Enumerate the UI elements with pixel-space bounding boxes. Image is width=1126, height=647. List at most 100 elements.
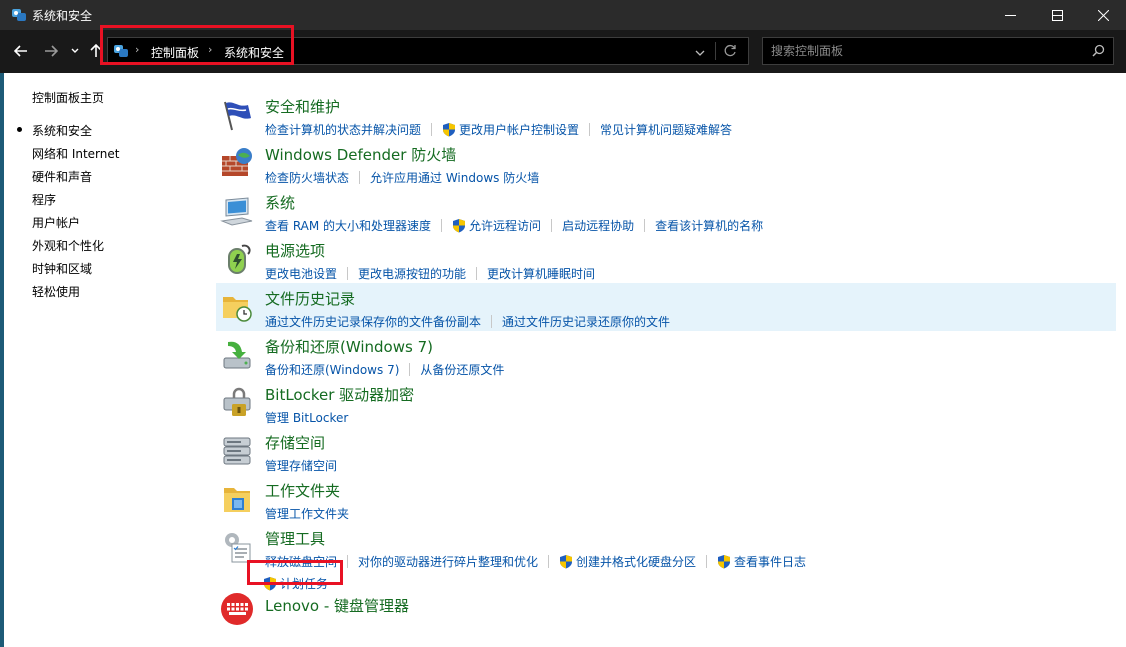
defragment-link[interactable]: 对你的驱动器进行碎片整理和优化 bbox=[358, 553, 538, 570]
search-input[interactable] bbox=[771, 42, 1081, 60]
category-title[interactable]: Windows Defender 防火墙 bbox=[265, 144, 456, 165]
category-links: 管理 BitLocker bbox=[265, 409, 348, 426]
main-content: 安全和维护 检查计算机的状态并解决问题 更改用户帐户控制设置 常见计算机问题疑难… bbox=[216, 73, 1116, 647]
divider bbox=[441, 219, 443, 232]
uac-shield-icon bbox=[718, 555, 731, 569]
uac-shield-icon bbox=[453, 219, 466, 233]
minimize-icon bbox=[1004, 14, 1016, 16]
maximize-button[interactable] bbox=[1034, 0, 1080, 30]
category-links: 备份和还原(Windows 7) 从备份还原文件 bbox=[265, 361, 504, 378]
category-title[interactable]: 系统 bbox=[265, 192, 295, 213]
power-icon bbox=[228, 244, 251, 274]
divider bbox=[347, 267, 349, 280]
category-links: 通过文件历史记录保存你的文件备份副本 通过文件历史记录还原你的文件 bbox=[265, 313, 670, 330]
close-button[interactable] bbox=[1080, 0, 1126, 30]
window-title: 系统和安全 bbox=[32, 9, 93, 23]
refresh-icon bbox=[724, 44, 736, 57]
category-title[interactable]: 电源选项 bbox=[265, 240, 325, 261]
save-backup-link[interactable]: 通过文件历史记录保存你的文件备份副本 bbox=[265, 313, 481, 330]
forward-button[interactable] bbox=[40, 40, 62, 62]
sidebar-item-ease-of-access[interactable]: 轻松使用 bbox=[32, 283, 80, 300]
create-partition-label: 创建并格式化硬盘分区 bbox=[576, 555, 697, 569]
category-title[interactable]: Lenovo - 键盘管理器 bbox=[265, 595, 409, 616]
ram-processor-link[interactable]: 查看 RAM 的大小和处理器速度 bbox=[265, 217, 431, 234]
restore-files-link[interactable]: 通过文件历史记录还原你的文件 bbox=[502, 313, 670, 330]
minimize-button-alt[interactable] bbox=[987, 0, 1033, 30]
category-links: 检查防火墙状态 允许应用通过 Windows 防火墙 bbox=[265, 169, 539, 186]
sidebar: 控制面板主页 系统和安全 网络和 Internet 硬件和声音 程序 用户帐户 … bbox=[4, 73, 204, 647]
sidebar-item-system-security[interactable]: 系统和安全 bbox=[32, 122, 92, 139]
divider bbox=[359, 171, 361, 184]
category-storage-spaces: 存储空间 管理存储空间 bbox=[216, 427, 1116, 475]
firewall-status-link[interactable]: 检查防火墙状态 bbox=[265, 169, 349, 186]
sidebar-item-user-accounts[interactable]: 用户帐户 bbox=[32, 214, 80, 231]
check-status-link[interactable]: 检查计算机的状态并解决问题 bbox=[265, 121, 421, 138]
category-links: 检查计算机的状态并解决问题 更改用户帐户控制设置 常见计算机问题疑难解答 bbox=[265, 121, 732, 138]
address-dropdown-button[interactable] bbox=[695, 46, 705, 60]
maximize-icon bbox=[1051, 9, 1063, 21]
remote-access-link[interactable]: 允许远程访问 bbox=[452, 217, 541, 234]
category-title[interactable]: 安全和维护 bbox=[265, 96, 340, 117]
divider bbox=[706, 555, 708, 568]
divider bbox=[476, 267, 478, 280]
sidebar-item-network[interactable]: 网络和 Internet bbox=[32, 145, 119, 162]
category-power-options: 电源选项 更改电池设置 更改电源按钮的功能 更改计算机睡眠时间 bbox=[216, 235, 1116, 283]
sleep-time-link[interactable]: 更改计算机睡眠时间 bbox=[487, 265, 595, 282]
recent-locations-button[interactable] bbox=[68, 40, 82, 62]
sidebar-item-programs[interactable]: 程序 bbox=[32, 191, 56, 208]
category-links: 释放磁盘空间 对你的驱动器进行碎片整理和优化 创建并格式化硬盘分区 查看事件日志 bbox=[265, 553, 806, 570]
sidebar-item-hardware-sound[interactable]: 硬件和声音 bbox=[32, 168, 92, 185]
power-button-link[interactable]: 更改电源按钮的功能 bbox=[358, 265, 466, 282]
divider bbox=[548, 555, 550, 568]
search-icon[interactable] bbox=[1092, 44, 1105, 57]
remote-assistance-link[interactable]: 启动远程协助 bbox=[562, 217, 634, 234]
computer-name-link[interactable]: 查看该计算机的名称 bbox=[655, 217, 763, 234]
flag-icon bbox=[224, 101, 251, 131]
search-box[interactable] bbox=[762, 37, 1114, 65]
event-log-label: 查看事件日志 bbox=[734, 555, 807, 569]
event-log-link[interactable]: 查看事件日志 bbox=[717, 553, 806, 570]
create-partition-link[interactable]: 创建并格式化硬盘分区 bbox=[559, 553, 696, 570]
admin-tools-icon bbox=[225, 533, 251, 563]
category-system: 系统 查看 RAM 的大小和处理器速度 允许远程访问 启动远程协助 查看该计算机… bbox=[216, 187, 1116, 235]
divider bbox=[347, 555, 349, 568]
category-file-history: 文件历史记录 通过文件历史记录保存你的文件备份副本 通过文件历史记录还原你的文件 bbox=[216, 283, 1116, 331]
uac-settings-link[interactable]: 更改用户帐户控制设置 bbox=[442, 121, 579, 138]
uac-settings-label: 更改用户帐户控制设置 bbox=[459, 123, 580, 137]
category-lenovo-keyboard: Lenovo - 键盘管理器 bbox=[216, 589, 1116, 637]
category-title[interactable]: 文件历史记录 bbox=[265, 288, 355, 309]
storage-icon bbox=[223, 437, 251, 465]
category-title[interactable]: 备份和还原(Windows 7) bbox=[265, 336, 433, 357]
category-links: 查看 RAM 的大小和处理器速度 允许远程访问 启动远程协助 查看该计算机的名称 bbox=[265, 217, 763, 234]
manage-work-folders-link[interactable]: 管理工作文件夹 bbox=[265, 505, 349, 522]
backup-restore-link[interactable]: 备份和还原(Windows 7) bbox=[265, 361, 399, 378]
remote-access-label: 允许远程访问 bbox=[469, 219, 542, 233]
divider bbox=[589, 123, 591, 136]
sidebar-item-home[interactable]: 控制面板主页 bbox=[32, 89, 104, 106]
back-button[interactable] bbox=[10, 40, 32, 62]
chevron-down-icon bbox=[71, 48, 79, 53]
breadcrumb-highlight-box bbox=[100, 25, 294, 65]
restore-from-backup-link[interactable]: 从备份还原文件 bbox=[420, 361, 504, 378]
allow-app-firewall-link[interactable]: 允许应用通过 Windows 防火墙 bbox=[370, 169, 539, 186]
keyboard-icon bbox=[221, 593, 253, 625]
battery-settings-link[interactable]: 更改电池设置 bbox=[265, 265, 337, 282]
bitlocker-icon bbox=[223, 387, 251, 416]
category-links: 管理存储空间 bbox=[265, 457, 337, 474]
arrow-right-icon bbox=[45, 45, 58, 57]
category-work-folders: 工作文件夹 管理工作文件夹 bbox=[216, 475, 1116, 523]
manage-storage-link[interactable]: 管理存储空间 bbox=[265, 457, 337, 474]
troubleshoot-link[interactable]: 常见计算机问题疑难解答 bbox=[600, 121, 732, 138]
refresh-button[interactable] bbox=[723, 44, 737, 61]
category-firewall: Windows Defender 防火墙 检查防火墙状态 允许应用通过 Wind… bbox=[216, 139, 1116, 187]
category-title[interactable]: 工作文件夹 bbox=[265, 480, 340, 501]
category-title[interactable]: 管理工具 bbox=[265, 528, 325, 549]
category-backup-restore: 备份和还原(Windows 7) 备份和还原(Windows 7) 从备份还原文… bbox=[216, 331, 1116, 379]
category-title[interactable]: 存储空间 bbox=[265, 432, 325, 453]
category-title[interactable]: BitLocker 驱动器加密 bbox=[265, 384, 414, 405]
manage-bitlocker-link[interactable]: 管理 BitLocker bbox=[265, 409, 348, 426]
sidebar-item-clock-region[interactable]: 时钟和区域 bbox=[32, 260, 92, 277]
work-folders-icon bbox=[224, 488, 250, 512]
sidebar-item-appearance[interactable]: 外观和个性化 bbox=[32, 237, 104, 254]
computer-icon bbox=[220, 197, 253, 226]
